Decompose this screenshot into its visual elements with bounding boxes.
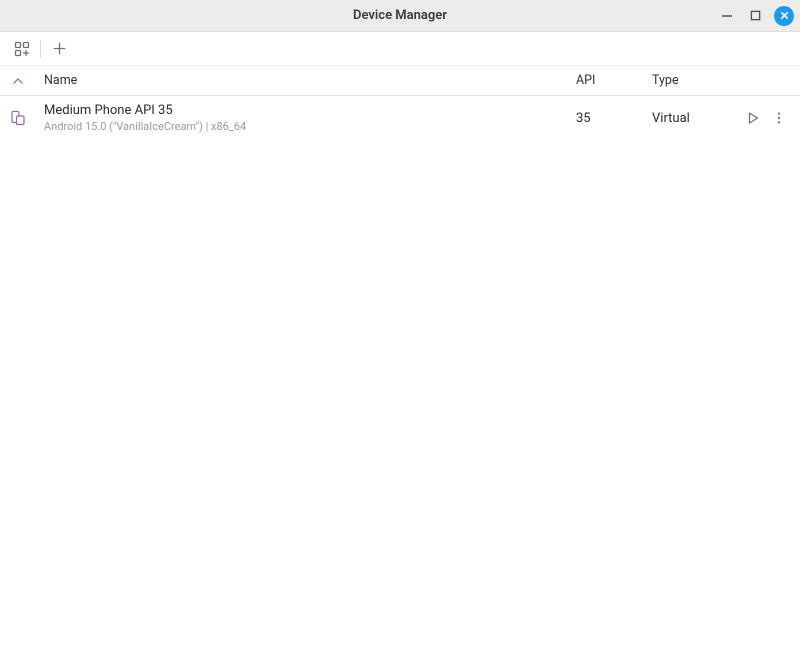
device-name-cell: Medium Phone API 35 Android 15.0 ("Vanil… — [36, 102, 570, 134]
column-header-type[interactable]: Type — [650, 73, 740, 88]
column-header-api[interactable]: API — [570, 73, 650, 88]
kebab-icon — [772, 111, 786, 125]
maximize-icon — [750, 10, 761, 21]
maximize-button[interactable] — [746, 7, 764, 25]
chevron-up-icon — [12, 75, 24, 87]
sort-indicator[interactable] — [0, 75, 36, 87]
virtual-device-icon — [10, 110, 26, 126]
device-subtitle: Android 15.0 ("VanillaIceCream") | x86_6… — [44, 120, 570, 135]
toolbar-separator — [40, 40, 41, 58]
plus-icon — [52, 41, 67, 56]
device-type: Virtual — [650, 111, 740, 126]
toolbar — [0, 32, 800, 66]
minimize-button[interactable] — [718, 7, 736, 25]
close-icon — [779, 10, 790, 21]
minimize-icon — [721, 10, 733, 22]
main-area: Name API Type Medium Phone API 35 Androi… — [0, 32, 800, 650]
window-title: Device Manager — [0, 8, 800, 23]
empty-space — [0, 141, 800, 650]
add-device-button[interactable] — [45, 35, 73, 63]
column-header-name[interactable]: Name — [36, 73, 570, 88]
grid-icon — [14, 41, 30, 57]
device-groups-button[interactable] — [8, 35, 36, 63]
table-header: Name API Type — [0, 66, 800, 96]
device-actions — [740, 109, 800, 127]
play-icon — [746, 111, 760, 125]
device-type-icon-cell — [0, 110, 36, 126]
window-titlebar: Device Manager — [0, 0, 800, 32]
device-more-button[interactable] — [770, 109, 788, 127]
close-button[interactable] — [774, 6, 794, 26]
device-api: 35 — [570, 111, 650, 126]
table-row[interactable]: Medium Phone API 35 Android 15.0 ("Vanil… — [0, 96, 800, 141]
window-controls — [718, 6, 794, 26]
run-device-button[interactable] — [744, 109, 762, 127]
device-name: Medium Phone API 35 — [44, 102, 570, 120]
